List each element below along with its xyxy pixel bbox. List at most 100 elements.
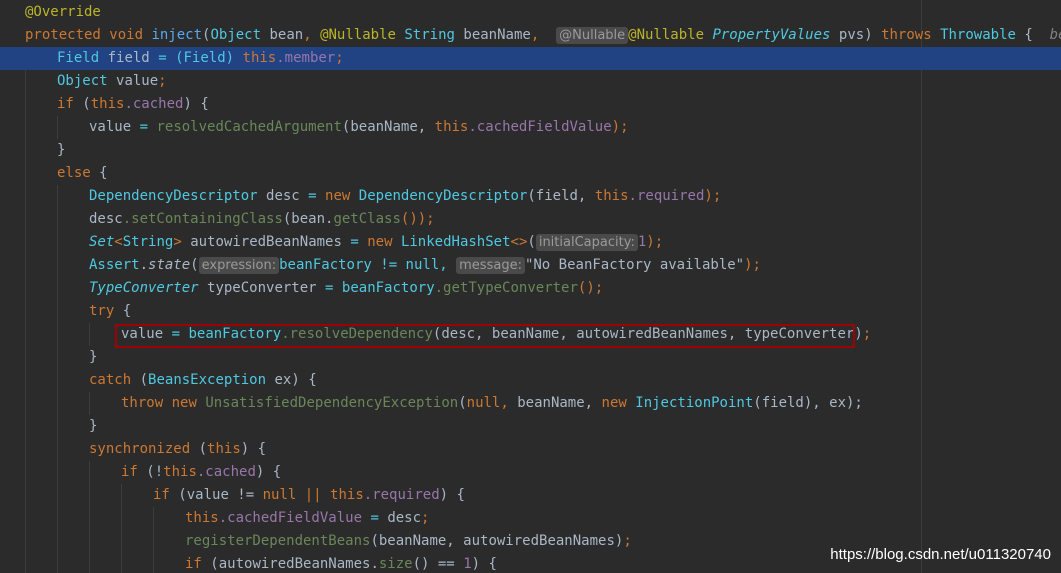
code-line[interactable]: } — [0, 346, 1061, 369]
field: .required — [628, 188, 705, 204]
indent-guide — [57, 231, 58, 254]
type-name: PropertyValues — [712, 27, 831, 43]
code-line[interactable]: if (this.cached) { — [0, 93, 1061, 116]
keyword: this — [90, 96, 125, 112]
punctuation: ( — [527, 234, 536, 250]
indent-guide — [153, 507, 154, 530]
indent-guide — [25, 185, 26, 208]
number-literal: 1 — [637, 234, 647, 250]
indent-guide — [89, 392, 90, 415]
code-line[interactable]: if (value != null || this.required) { — [0, 484, 1061, 507]
punctuation: (! — [146, 464, 164, 480]
indent-guide — [57, 300, 58, 323]
annotation: @Nullable — [320, 27, 396, 43]
code-line[interactable]: else { — [0, 162, 1061, 185]
code-line[interactable]: Assert.state(expression: beanFactory != n… — [0, 254, 1061, 277]
punctuation: ; — [862, 326, 872, 342]
method-call: size — [378, 556, 413, 572]
arguments: (beanName, autowiredBeanNames) — [370, 533, 624, 549]
indent-guide — [25, 231, 26, 254]
indent-guide — [57, 484, 58, 507]
method-call: .setContainingClass — [122, 211, 283, 227]
keyword: if — [121, 464, 138, 480]
code-line[interactable]: Set<String> autowiredBeanNames = new Lin… — [0, 231, 1061, 254]
indent-guide — [89, 530, 90, 553]
code-line[interactable]: this.cachedFieldValue = desc; — [0, 507, 1061, 530]
indent-guide — [121, 530, 122, 553]
field: .member — [276, 50, 336, 66]
code-line[interactable]: desc.setContainingClass(bean.getClass())… — [0, 208, 1061, 231]
punctuation: ) { — [471, 556, 497, 572]
punctuation: { — [122, 303, 132, 319]
keyword: void — [109, 27, 144, 43]
punctuation: , — [303, 27, 312, 43]
indent-guide — [121, 553, 122, 573]
keyword: null — [262, 487, 297, 503]
punctuation: ) { — [255, 464, 282, 480]
keyword: this — [594, 188, 629, 204]
keyword: catch — [89, 372, 132, 388]
punctuation: ( — [139, 372, 149, 388]
indent-guide — [57, 507, 58, 530]
code-line[interactable]: catch (BeansException ex) { — [0, 369, 1061, 392]
variable: value — [116, 73, 159, 89]
code-line[interactable]: try { — [0, 300, 1061, 323]
code-line[interactable]: Object value; — [0, 70, 1061, 93]
code-editor[interactable]: @Override protected void inject(Object b… — [0, 0, 1061, 573]
keyword: new — [367, 234, 393, 250]
inlay-hint: expression: — [198, 257, 280, 274]
arguments: (field), ex); — [753, 395, 863, 411]
operator: = — [370, 510, 379, 526]
variable: desc — [387, 510, 422, 526]
type-name: LinkedHashSet — [400, 234, 511, 250]
type-name: BeansException — [148, 372, 267, 388]
param-name: pvs — [838, 27, 865, 43]
indent-guide — [57, 254, 58, 277]
code-line[interactable]: TypeConverter typeConverter = beanFactor… — [0, 277, 1061, 300]
indent-guide — [25, 162, 26, 185]
indent-guide — [57, 346, 58, 369]
punctuation: { — [99, 165, 108, 181]
indent-guide — [57, 116, 58, 139]
expression: (autowiredBeanNames. — [210, 556, 379, 572]
method-call: registerDependentBeans — [185, 533, 371, 549]
keyword: this — [185, 510, 219, 526]
indent-guide — [25, 392, 26, 415]
param-name: beanName — [463, 27, 531, 43]
variable: typeConverter — [207, 280, 317, 296]
indent-guide — [89, 484, 90, 507]
number-literal: 1 — [463, 556, 472, 572]
code-line[interactable]: if (!this.cached) { — [0, 461, 1061, 484]
code-line[interactable]: } — [0, 139, 1061, 162]
debug-value-hint: bean: — [1049, 27, 1061, 43]
punctuation: ) { — [240, 441, 267, 457]
code-line[interactable]: DependencyDescriptor desc = new Dependen… — [0, 185, 1061, 208]
inlay-hint: message: — [456, 257, 525, 274]
indent-guide — [25, 208, 26, 231]
punctuation: (); — [577, 280, 604, 296]
indent-guide — [57, 369, 58, 392]
indent-guide — [57, 415, 58, 438]
annotation: @Override — [25, 4, 101, 20]
operator: || — [304, 487, 322, 503]
code-line[interactable]: synchronized (this) { — [0, 438, 1061, 461]
code-line[interactable]: @Override — [0, 1, 1061, 24]
punctuation: ; — [623, 533, 632, 549]
code-line[interactable]: } — [0, 415, 1061, 438]
indent-guide — [25, 507, 26, 530]
variable: autowiredBeanNames — [190, 234, 342, 250]
operator: = — [139, 119, 149, 135]
code-line[interactable]: value = resolvedCachedArgument(beanName,… — [0, 116, 1061, 139]
code-line[interactable]: protected void inject(Object bean, @Null… — [0, 24, 1061, 47]
indent-guide — [25, 139, 26, 162]
code-line-current[interactable]: Field field = (Field) this.member; — [0, 47, 1061, 70]
type-name: Object — [57, 73, 108, 89]
punctuation: ; — [158, 73, 167, 89]
type-name: DependencyDescriptor — [358, 188, 528, 204]
indent-guide — [153, 530, 154, 553]
code-line[interactable]: throw new UnsatisfiedDependencyException… — [0, 392, 1061, 415]
keyword: null, — [466, 395, 509, 411]
indent-guide — [25, 70, 26, 93]
indent-guide — [153, 553, 154, 573]
indent-guide — [121, 484, 122, 507]
